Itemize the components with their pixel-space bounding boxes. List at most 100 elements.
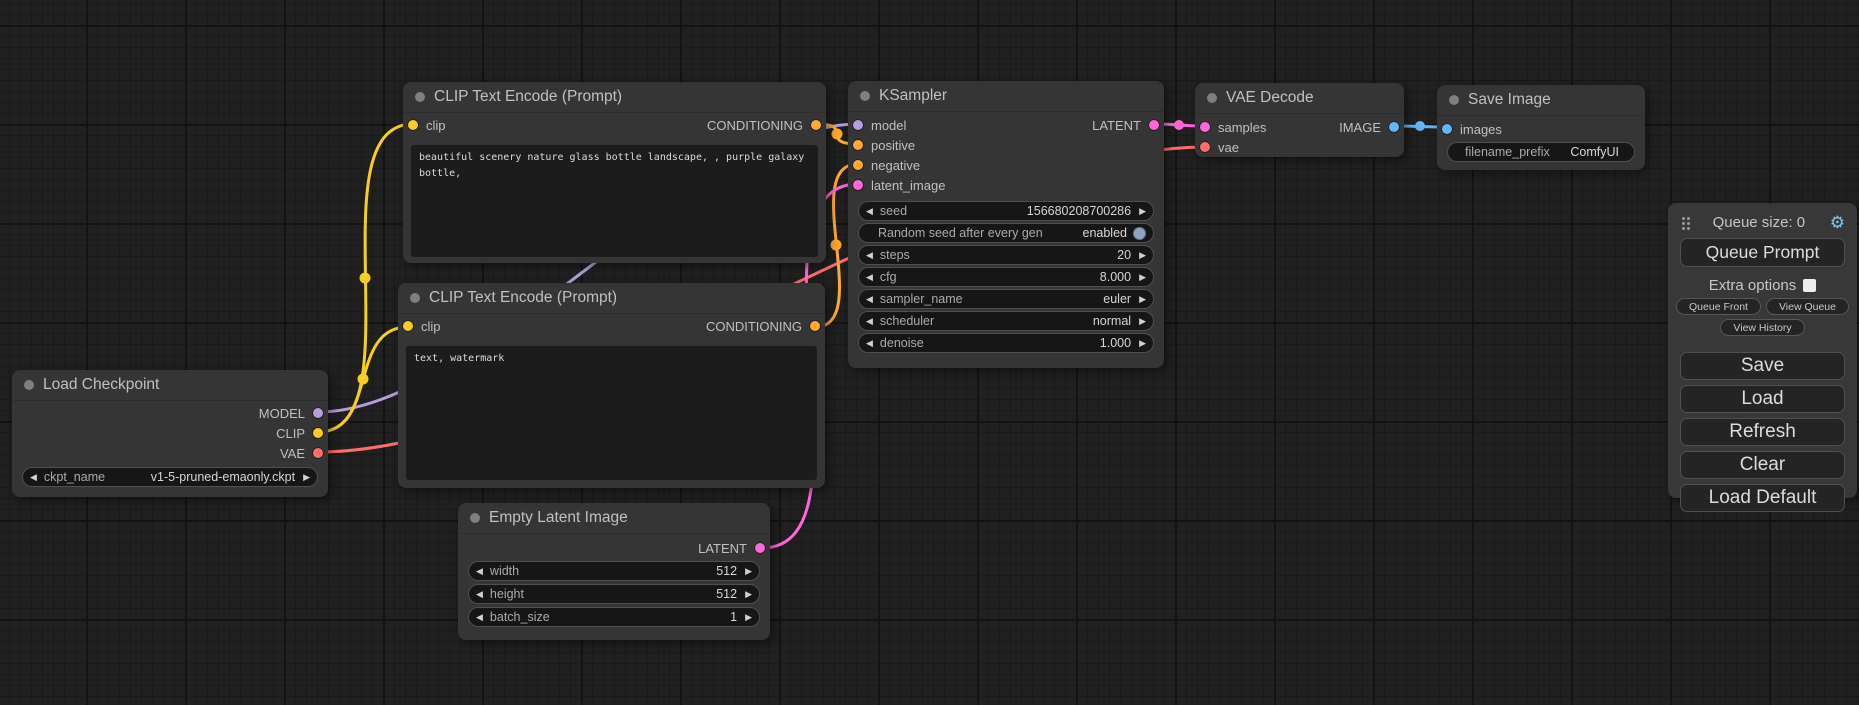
increment-arrow-icon[interactable]: ▶ xyxy=(1139,317,1146,326)
vae-output-dot[interactable] xyxy=(313,448,323,458)
model-input-dot[interactable] xyxy=(853,120,863,130)
clear-button[interactable]: Clear xyxy=(1680,451,1845,479)
node-title-bar[interactable]: Save Image xyxy=(1437,85,1645,116)
vae-input-dot[interactable] xyxy=(1200,142,1210,152)
node-title-bar[interactable]: CLIP Text Encode (Prompt) xyxy=(403,82,826,113)
node-vae-decode[interactable]: VAE Decode samples IMAGE vae xyxy=(1195,83,1404,157)
save-button[interactable]: Save xyxy=(1680,352,1845,380)
node-save-image[interactable]: Save Image images filename_prefix ComfyU… xyxy=(1437,85,1645,170)
increment-arrow-icon[interactable]: ▶ xyxy=(745,567,752,576)
decrement-arrow-icon[interactable]: ◀ xyxy=(866,207,873,216)
toggle-enabled-icon[interactable] xyxy=(1133,227,1146,240)
steps-widget[interactable]: ◀ steps 20 ▶ xyxy=(858,245,1154,265)
filename-prefix-widget[interactable]: filename_prefix ComfyUI xyxy=(1447,142,1635,162)
clip-input-dot[interactable] xyxy=(408,120,418,130)
collapse-dot-icon[interactable] xyxy=(1207,93,1217,103)
queue-front-button[interactable]: Queue Front xyxy=(1676,298,1761,315)
decrement-arrow-icon[interactable]: ◀ xyxy=(866,251,873,260)
cfg-widget[interactable]: ◀ cfg 8.000 ▶ xyxy=(858,267,1154,287)
collapse-dot-icon[interactable] xyxy=(470,513,480,523)
scheduler-widget[interactable]: ◀ scheduler normal ▶ xyxy=(858,311,1154,331)
random-seed-toggle-widget[interactable]: Random seed after every gen enabled xyxy=(858,223,1154,243)
positive-input-dot[interactable] xyxy=(853,140,863,150)
load-default-button[interactable]: Load Default xyxy=(1680,484,1845,512)
collapse-dot-icon[interactable] xyxy=(1449,95,1459,105)
node-ksampler[interactable]: KSampler model LATENT positive negative … xyxy=(848,81,1164,368)
image-output-dot[interactable] xyxy=(1389,122,1399,132)
node-title-bar[interactable]: VAE Decode xyxy=(1195,83,1404,114)
increment-arrow-icon[interactable]: ▶ xyxy=(1139,339,1146,348)
collapse-dot-icon[interactable] xyxy=(410,293,420,303)
node-empty-latent-image[interactable]: Empty Latent Image LATENT ◀ width 512 ▶ … xyxy=(458,503,770,640)
node-title-bar[interactable]: Empty Latent Image xyxy=(458,503,770,534)
link-midpoint-dot xyxy=(1415,121,1425,131)
node-title: KSampler xyxy=(879,87,947,105)
decrement-arrow-icon[interactable]: ◀ xyxy=(866,339,873,348)
node-title-bar[interactable]: KSampler xyxy=(848,81,1164,112)
batch-size-widget[interactable]: ◀ batch_size 1 ▶ xyxy=(468,607,760,627)
queue-prompt-button[interactable]: Queue Prompt xyxy=(1680,238,1845,267)
model-output-dot[interactable] xyxy=(313,408,323,418)
link-midpoint-dot xyxy=(360,273,371,284)
queue-panel: Queue size: 0 ⚙ Queue Prompt Extra optio… xyxy=(1668,203,1857,498)
increment-arrow-icon[interactable]: ▶ xyxy=(1139,251,1146,260)
node-title: CLIP Text Encode (Prompt) xyxy=(434,88,622,106)
refresh-button[interactable]: Refresh xyxy=(1680,418,1845,446)
collapse-dot-icon[interactable] xyxy=(860,91,870,101)
increment-arrow-icon[interactable]: ▶ xyxy=(1139,207,1146,216)
node-title: Save Image xyxy=(1468,91,1551,109)
node-title-bar[interactable]: CLIP Text Encode (Prompt) xyxy=(398,283,825,314)
sampler-name-widget[interactable]: ◀ sampler_name euler ▶ xyxy=(858,289,1154,309)
decrement-arrow-icon[interactable]: ◀ xyxy=(476,567,483,576)
decrement-arrow-icon[interactable]: ◀ xyxy=(30,473,37,482)
latent-image-input-dot[interactable] xyxy=(853,180,863,190)
link-midpoint-dot xyxy=(831,240,842,251)
decrement-arrow-icon[interactable]: ◀ xyxy=(866,317,873,326)
decrement-arrow-icon[interactable]: ◀ xyxy=(476,590,483,599)
node-clip-text-encode-positive[interactable]: CLIP Text Encode (Prompt) clip CONDITION… xyxy=(403,82,826,263)
view-history-button[interactable]: View History xyxy=(1720,319,1804,336)
view-queue-button[interactable]: View Queue xyxy=(1766,298,1849,315)
load-button[interactable]: Load xyxy=(1680,385,1845,413)
output-slot-model: MODEL xyxy=(12,403,328,423)
increment-arrow-icon[interactable]: ▶ xyxy=(303,473,310,482)
denoise-widget[interactable]: ◀ denoise 1.000 ▶ xyxy=(858,333,1154,353)
increment-arrow-icon[interactable]: ▶ xyxy=(745,590,752,599)
width-widget[interactable]: ◀ width 512 ▶ xyxy=(468,561,760,581)
decrement-arrow-icon[interactable]: ◀ xyxy=(866,273,873,282)
ckpt-name-widget[interactable]: ◀ ckpt_name v1-5-pruned-emaonly.ckpt ▶ xyxy=(22,467,318,487)
increment-arrow-icon[interactable]: ▶ xyxy=(1139,273,1146,282)
node-load-checkpoint[interactable]: Load Checkpoint MODEL CLIP VAE ◀ ckpt_na… xyxy=(12,370,328,497)
node-graph-canvas[interactable]: Load Checkpoint MODEL CLIP VAE ◀ ckpt_na… xyxy=(0,0,1859,705)
node-title: Empty Latent Image xyxy=(489,509,628,527)
clip-output-dot[interactable] xyxy=(313,428,323,438)
latent-output-dot[interactable] xyxy=(1149,120,1159,130)
height-widget[interactable]: ◀ height 512 ▶ xyxy=(468,584,760,604)
conditioning-output-dot[interactable] xyxy=(810,321,820,331)
prompt-textarea[interactable]: text, watermark xyxy=(406,346,817,480)
decrement-arrow-icon[interactable]: ◀ xyxy=(476,613,483,622)
collapse-dot-icon[interactable] xyxy=(24,380,34,390)
latent-output-dot[interactable] xyxy=(755,543,765,553)
seed-widget[interactable]: ◀ seed 156680208700286 ▶ xyxy=(858,201,1154,221)
increment-arrow-icon[interactable]: ▶ xyxy=(745,613,752,622)
negative-input-dot[interactable] xyxy=(853,160,863,170)
drag-handle-icon[interactable] xyxy=(1682,217,1685,220)
clip-input-dot[interactable] xyxy=(403,321,413,331)
link-midpoint-dot xyxy=(1174,120,1184,130)
increment-arrow-icon[interactable]: ▶ xyxy=(1139,295,1146,304)
node-clip-text-encode-negative[interactable]: CLIP Text Encode (Prompt) clip CONDITION… xyxy=(398,283,825,488)
gear-icon[interactable]: ⚙ xyxy=(1830,214,1845,231)
collapse-dot-icon[interactable] xyxy=(415,92,425,102)
conditioning-output-dot[interactable] xyxy=(811,120,821,130)
extra-options-checkbox[interactable] xyxy=(1803,279,1816,292)
node-title: VAE Decode xyxy=(1226,89,1314,107)
prompt-textarea[interactable]: beautiful scenery nature glass bottle la… xyxy=(411,145,818,257)
images-input-dot[interactable] xyxy=(1442,124,1452,134)
link-midpoint-dot xyxy=(832,129,843,140)
queue-size-label: Queue size: 0 xyxy=(1688,214,1830,231)
output-slot-latent: LATENT xyxy=(458,538,770,558)
decrement-arrow-icon[interactable]: ◀ xyxy=(866,295,873,304)
samples-input-dot[interactable] xyxy=(1200,122,1210,132)
node-title-bar[interactable]: Load Checkpoint xyxy=(12,370,328,401)
